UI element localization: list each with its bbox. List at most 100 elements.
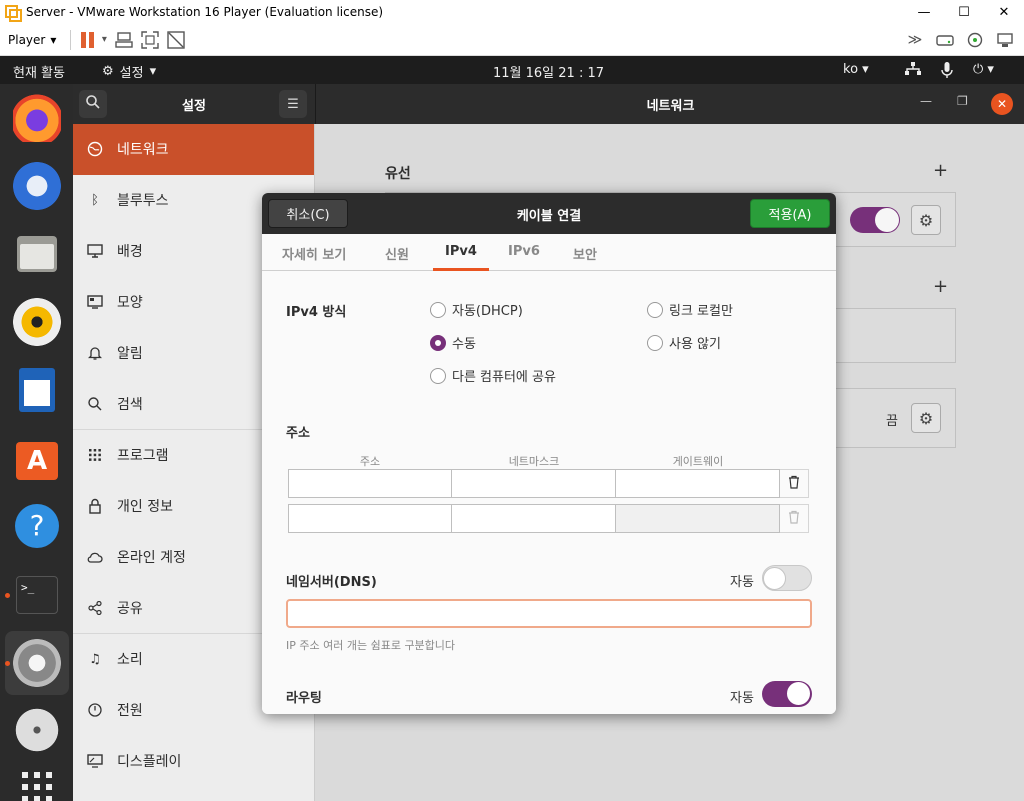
terminal-running-indicator [5,593,10,598]
dns-section-label: 네임서버(DNS) [286,575,377,590]
sidebar-item-display[interactable]: 디스플레이 [73,736,314,787]
system-menu[interactable]: ⏻ ▾ [905,62,994,82]
column-header-address: 주소 [359,455,381,468]
gear-icon: ⚙ [102,64,114,79]
send-ctrl-alt-del-icon[interactable] [111,29,137,51]
netmask-input[interactable] [452,504,616,533]
address-section-label: 주소 [286,426,310,441]
radio-circle [647,301,663,318]
tab-security[interactable]: 보안 [573,244,597,263]
radio-circle [430,367,446,384]
minimize-icon[interactable]: — [920,94,932,108]
radio-label: 링크 로컬만 [669,304,733,319]
page-title: 네트워크 [646,99,695,114]
delete-address-button-disabled [780,504,809,533]
radio-manual[interactable]: 수동 [430,333,476,352]
proxy-status: 끔 [886,414,898,429]
maximize-button[interactable]: ☐ [944,5,984,20]
dialog-tabs: 자세히 보기 신원 IPv4 IPv6 보안 [262,234,836,271]
close-icon[interactable]: ✕ [991,93,1013,115]
bluetooth-icon: ᛒ [91,192,99,208]
lang-label: ko [843,62,859,77]
sidebar-item-label: 온라인 계정 [117,550,186,566]
delete-address-button[interactable] [780,469,809,498]
address-row [288,504,809,533]
firefox-icon[interactable] [13,94,61,142]
cloud-icon [87,549,103,565]
clock[interactable]: 11월 16일 21 : 17 [493,62,604,81]
ipv4-settings: IPv4 방식 자동(DHCP) 링크 로컬만 수동 사용 않기 다른 컴퓨터에… [262,271,836,714]
apply-button[interactable]: 적용(A) [750,199,830,228]
software-store-icon[interactable]: A [13,434,61,482]
show-applications-icon[interactable] [13,768,61,801]
terminal-icon[interactable]: >_ [13,572,61,620]
maximize-icon[interactable]: ❐ [957,94,968,108]
rhythmbox-icon[interactable] [13,298,61,346]
proxy-settings-button[interactable]: ⚙ [911,403,941,433]
radio-disabled[interactable]: 사용 않기 [647,333,721,352]
cd-drive-icon[interactable] [962,29,988,51]
switch-knob [763,567,786,590]
player-menu-button[interactable]: Player ▾ [0,33,64,47]
share-icon [87,600,103,616]
radio-link-local[interactable]: 링크 로컬만 [647,300,733,319]
minimize-button[interactable]: — [904,5,944,20]
hard-disk-icon[interactable] [932,29,958,51]
files-icon[interactable] [13,230,61,278]
help-icon[interactable]: ? [13,502,61,550]
display-icon [87,753,103,769]
sidebar-item-network[interactable]: 네트워크 [73,124,314,175]
sidebar-header: 설정 ☰ [73,84,315,124]
toolbar-divider [70,29,72,50]
tab-details[interactable]: 자세히 보기 [282,244,346,263]
column-header-netmask: 네트마스크 [508,455,560,468]
settings-gear-icon[interactable] [13,639,61,687]
network-wired-icon [905,62,921,82]
address-input[interactable] [288,504,452,533]
ipv4-method-label: IPv4 방식 [286,305,347,320]
tab-ipv6[interactable]: IPv6 [508,244,540,259]
tab-identity[interactable]: 신원 [385,244,409,263]
background-icon [87,243,103,259]
dns-auto-switch[interactable] [762,565,812,591]
hamburger-menu-button[interactable]: ☰ [279,90,307,118]
routing-auto-switch[interactable] [762,681,812,707]
wired-toggle[interactable] [850,207,900,233]
libreoffice-writer-icon[interactable] [13,366,61,414]
fullscreen-icon[interactable] [137,29,163,51]
add-vpn-plus-icon[interactable]: + [933,276,948,297]
wired-settings-button[interactable]: ⚙ [911,205,941,235]
thunderbird-icon[interactable] [13,162,61,210]
radio-shared[interactable]: 다른 컴퓨터에 공유 [430,366,556,385]
input-language-button[interactable]: ko ▾ [843,62,869,77]
gateway-input-disabled [616,504,780,533]
app-menu-button[interactable]: ⚙ 설정 ▾ [102,62,156,81]
chevron-down-icon: ▾ [149,64,157,79]
network-adapter-icon[interactable] [992,29,1018,51]
dns-hint: IP 주소 여러 개는 쉼표로 구분합니다 [286,639,456,652]
gateway-input[interactable] [616,469,780,498]
radio-label: 자동(DHCP) [452,304,523,319]
wired-section-label: 유선 [385,166,411,182]
pause-dropdown-icon[interactable]: ▾ [97,29,111,51]
unity-mode-icon[interactable] [163,29,189,51]
pause-button[interactable] [77,30,97,50]
dvd-icon[interactable] [13,706,61,754]
close-window-button[interactable]: ✕ [984,5,1024,20]
tab-ipv4[interactable]: IPv4 [445,244,477,259]
trash-icon [788,475,800,493]
radio-auto-dhcp[interactable]: 자동(DHCP) [430,300,523,319]
address-input[interactable] [288,469,452,498]
routing-auto-label: 자동 [730,691,754,706]
window-title: Server - VMware Workstation 16 Player (E… [26,5,384,19]
expand-icon[interactable]: ≫ [902,29,928,51]
sidebar-item-label: 개인 정보 [117,499,173,515]
sidebar-item-label: 알림 [117,346,143,362]
activities-button[interactable]: 현재 활동 [13,62,65,81]
radio-label: 수동 [452,337,476,352]
wired-connection-dialog: 취소(C) 케이블 연결 적용(A) 자세히 보기 신원 IPv4 IPv6 보… [262,193,836,714]
radio-label: 사용 않기 [669,337,721,352]
add-wired-plus-icon[interactable]: + [933,160,948,181]
dns-input[interactable] [286,599,812,628]
netmask-input[interactable] [452,469,616,498]
